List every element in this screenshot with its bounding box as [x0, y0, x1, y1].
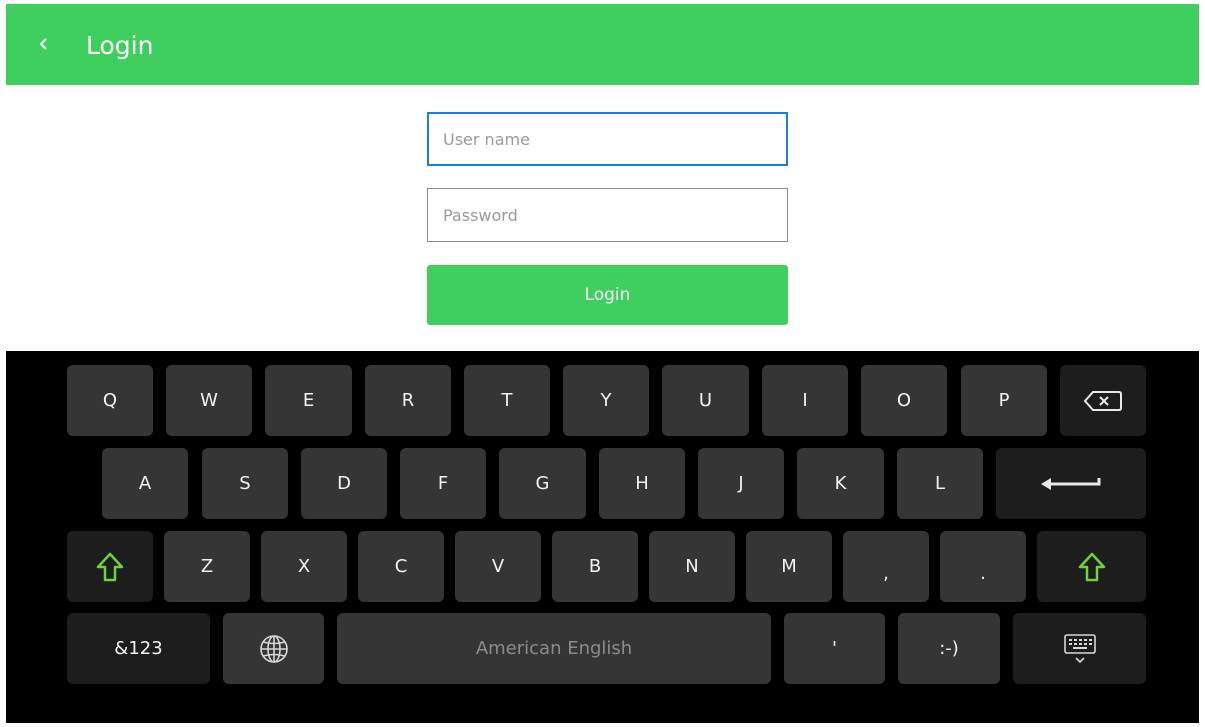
key-i[interactable]: I: [762, 365, 848, 436]
hide-keyboard-icon: [1063, 633, 1097, 665]
key-f[interactable]: F: [400, 448, 486, 519]
key-j[interactable]: J: [698, 448, 784, 519]
key-period[interactable]: .: [940, 531, 1026, 602]
key-e[interactable]: E: [265, 365, 352, 436]
shift-key-right[interactable]: [1037, 531, 1146, 602]
key-l[interactable]: L: [897, 448, 983, 519]
enter-key[interactable]: [996, 448, 1146, 519]
hide-keyboard-key[interactable]: [1013, 613, 1146, 684]
key-g[interactable]: G: [499, 448, 586, 519]
username-input[interactable]: [427, 112, 788, 166]
symbols-key[interactable]: &123: [67, 613, 210, 684]
shift-arrow-icon: [1077, 551, 1107, 583]
page-title: Login: [86, 31, 154, 60]
key-a[interactable]: A: [102, 448, 188, 519]
globe-icon: [258, 633, 290, 665]
login-button[interactable]: Login: [427, 265, 788, 325]
key-comma[interactable]: ,: [843, 531, 929, 602]
space-key[interactable]: American English: [337, 613, 771, 684]
emoticon-key[interactable]: :-): [898, 613, 1000, 684]
key-d[interactable]: D: [301, 448, 387, 519]
key-n[interactable]: N: [649, 531, 735, 602]
backspace-icon: [1083, 390, 1123, 412]
key-u[interactable]: U: [662, 365, 749, 436]
key-h[interactable]: H: [599, 448, 685, 519]
key-y[interactable]: Y: [563, 365, 649, 436]
app-header: Login: [6, 4, 1199, 85]
login-form: Login: [6, 85, 1199, 351]
back-button[interactable]: [28, 26, 60, 64]
key-t[interactable]: T: [464, 365, 550, 436]
chevron-left-icon: [38, 36, 50, 55]
shift-arrow-icon: [95, 551, 125, 583]
apostrophe-key[interactable]: ': [784, 613, 885, 684]
key-x[interactable]: X: [261, 531, 347, 602]
key-z[interactable]: Z: [164, 531, 250, 602]
key-v[interactable]: V: [455, 531, 541, 602]
key-r[interactable]: R: [365, 365, 451, 436]
key-s[interactable]: S: [202, 448, 288, 519]
key-b[interactable]: B: [552, 531, 638, 602]
backspace-key[interactable]: [1060, 365, 1146, 436]
shift-key-left[interactable]: [67, 531, 153, 602]
key-m[interactable]: M: [746, 531, 832, 602]
key-c[interactable]: C: [358, 531, 444, 602]
language-key[interactable]: [223, 613, 324, 684]
password-input[interactable]: [427, 188, 788, 242]
key-w[interactable]: W: [166, 365, 252, 436]
key-q[interactable]: Q: [67, 365, 153, 436]
virtual-keyboard: Q W E R T Y U I O P A S D F G H J K L Z …: [6, 351, 1199, 723]
key-p[interactable]: P: [961, 365, 1047, 436]
key-k[interactable]: K: [797, 448, 884, 519]
app-frame: Login Login Q W E R T Y U I O P A S: [6, 4, 1199, 723]
key-o[interactable]: O: [861, 365, 947, 436]
enter-arrow-icon: [1041, 476, 1101, 492]
